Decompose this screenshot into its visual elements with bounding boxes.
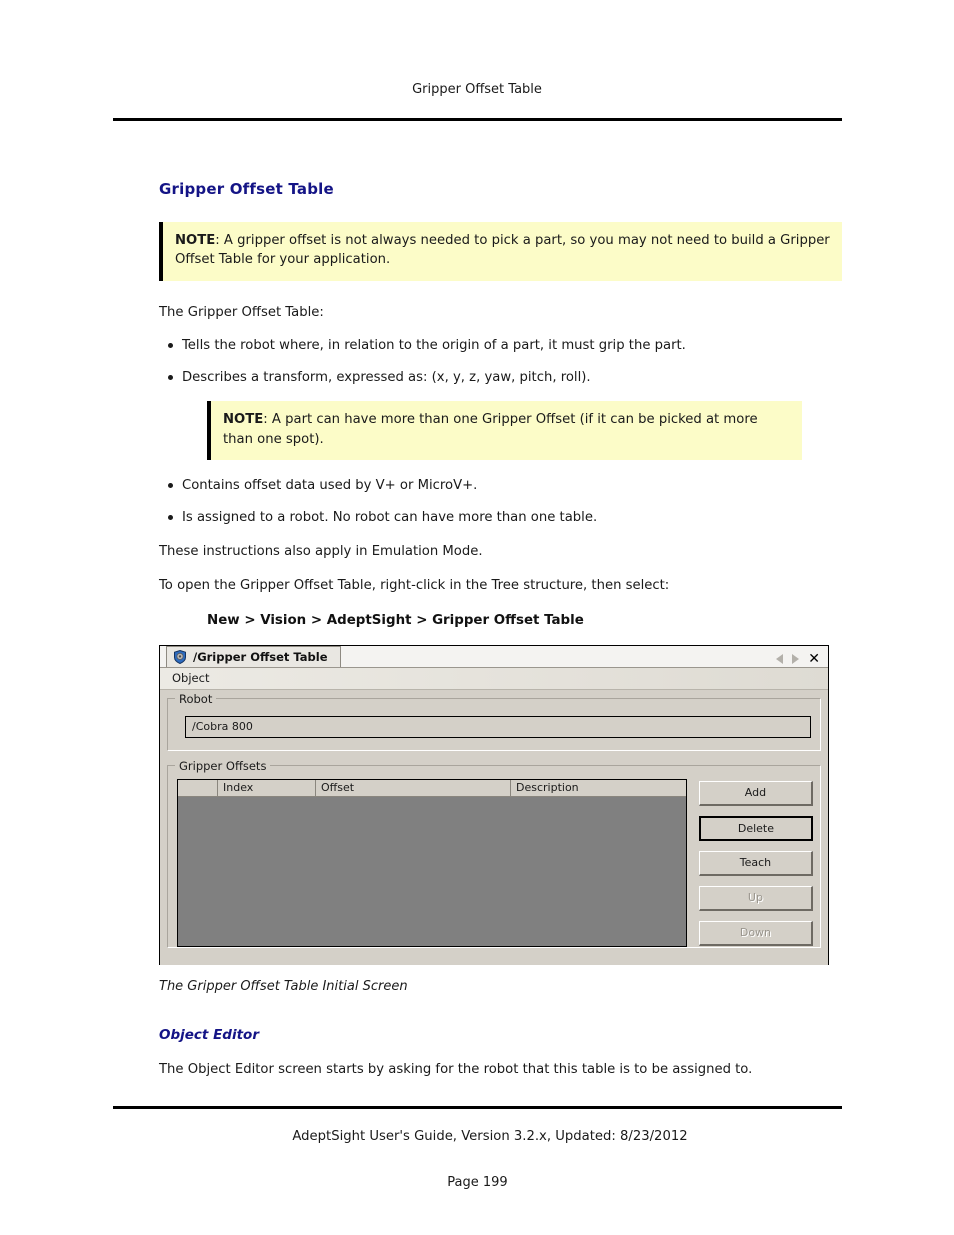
list-item: Tells the robot where, in relation to th… (159, 336, 842, 355)
column-header-description[interactable]: Description (511, 779, 686, 796)
table-body-empty[interactable] (178, 796, 686, 946)
table-header-row: Index Offset Description (178, 779, 686, 797)
bullet-list-1: Tells the robot where, in relation to th… (159, 336, 842, 387)
robot-group-label: Robot (175, 691, 217, 706)
prev-arrow-icon[interactable] (776, 653, 784, 664)
figure-caption: The Gripper Offset Table Initial Screen (159, 978, 408, 994)
tab-strip: /Gripper Offset Table ✕ (160, 645, 828, 668)
down-button: Down (698, 920, 813, 946)
column-header-offset[interactable]: Offset (316, 779, 511, 796)
column-header-index[interactable]: Index (218, 779, 316, 796)
robot-field[interactable]: /Cobra 800 (185, 715, 811, 738)
note-label: NOTE (175, 233, 216, 248)
teach-button[interactable]: Teach (698, 850, 813, 876)
list-item: Contains offset data used by V+ or Micro… (159, 476, 842, 495)
tab-gripper-offset-table[interactable]: /Gripper Offset Table (166, 645, 341, 667)
footer-divider (113, 1106, 842, 1109)
delete-button[interactable]: Delete (698, 815, 813, 841)
note-text: : A gripper offset is not always needed … (175, 233, 830, 268)
menu-path: New > Vision > AdeptSight > Gripper Offs… (207, 612, 584, 628)
app-screenshot: /Gripper Offset Table ✕ Object Robot /Co… (159, 644, 829, 965)
footer-page-number: Page 199 (447, 1175, 508, 1190)
up-button: Up (698, 885, 813, 911)
note-label: NOTE (223, 412, 264, 428)
bullet-list-2: Contains offset data used by V+ or Micro… (159, 476, 842, 527)
list-item: Is assigned to a robot. No robot can hav… (159, 508, 842, 527)
page-title: Gripper Offset Table (159, 180, 334, 198)
close-icon[interactable]: ✕ (808, 652, 820, 666)
offsets-table[interactable]: Index Offset Description (177, 778, 687, 947)
robot-group: Robot /Cobra 800 (167, 691, 821, 751)
gripper-offsets-group-label: Gripper Offsets (175, 758, 271, 773)
column-header-select[interactable] (178, 779, 218, 796)
note-text: : A part can have more than one Gripper … (223, 412, 758, 447)
header-divider (113, 118, 842, 121)
subsection-title: Object Editor (159, 1026, 259, 1043)
tab-controls: ✕ (776, 652, 820, 666)
note-box-2: NOTE: A part can have more than one Grip… (207, 401, 802, 461)
robot-field-value: /Cobra 800 (192, 720, 253, 734)
footer-guide-line: AdeptSight User's Guide, Version 3.2.x, … (292, 1129, 688, 1144)
running-header: Gripper Offset Table (412, 82, 542, 97)
next-arrow-icon[interactable] (792, 653, 800, 664)
intro-paragraph: The Gripper Offset Table: (159, 304, 324, 320)
offsets-button-column: Add Delete Teach Up Down (698, 779, 813, 947)
add-button[interactable]: Add (698, 780, 813, 806)
menu-item-object[interactable]: Object (172, 671, 209, 685)
tab-label: /Gripper Offset Table (193, 649, 328, 664)
emulation-paragraph: These instructions also apply in Emulati… (159, 544, 483, 560)
gripper-offsets-group: Gripper Offsets Index Offset Description… (167, 758, 821, 948)
subsection-paragraph: The Object Editor screen starts by askin… (159, 1061, 753, 1077)
page-content: Gripper Offset Table NOTE: A gripper off… (159, 180, 842, 1079)
offsets-row: Index Offset Description Add Delete Teac… (175, 778, 813, 947)
menu-bar: Object (160, 667, 828, 690)
list-item: Describes a transform, expressed as: (x,… (159, 368, 842, 387)
shield-gear-icon (173, 649, 187, 664)
open-table-paragraph: To open the Gripper Offset Table, right-… (159, 578, 670, 594)
note-box-1: NOTE: A gripper offset is not always nee… (159, 222, 842, 281)
